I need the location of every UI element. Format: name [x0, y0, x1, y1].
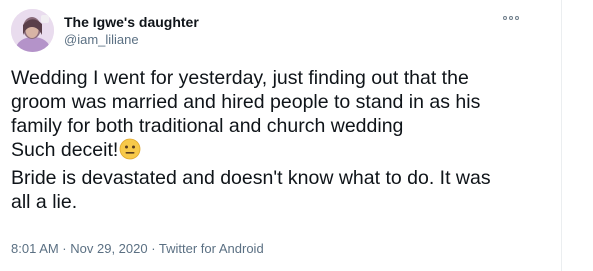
dot — [503, 16, 507, 20]
user-handle[interactable]: @iam_liliane — [64, 31, 139, 48]
tweet-line: Such deceit! — [11, 139, 119, 161]
avatar[interactable] — [11, 9, 54, 52]
dot — [515, 16, 519, 20]
tweet-line-with-emoji: Such deceit! — [11, 138, 541, 166]
tweet-line: groom was married and hired people to st… — [11, 91, 481, 113]
column-divider — [561, 0, 562, 271]
tweet-line: all a lie. — [11, 191, 78, 213]
tweet-card: The Igwe's daughter @iam_liliane Wedding… — [0, 0, 593, 271]
tweet-text: Wedding I went for yesterday, just findi… — [11, 66, 541, 214]
display-name[interactable]: The Igwe's daughter — [64, 13, 199, 31]
more-options-icon[interactable] — [500, 10, 522, 26]
neutral-face-emoji-icon — [119, 138, 141, 166]
tweet-line: family for both traditional and church w… — [11, 115, 404, 137]
profile-photo-icon — [11, 9, 54, 52]
tweet-line: Wedding I went for yesterday, just findi… — [11, 67, 469, 89]
dot — [509, 16, 513, 20]
tweet-timestamp[interactable]: 8:01 AM · Nov 29, 2020 · Twitter for And… — [11, 240, 264, 257]
tweet-line: Bride is devastated and doesn't know wha… — [11, 167, 491, 189]
